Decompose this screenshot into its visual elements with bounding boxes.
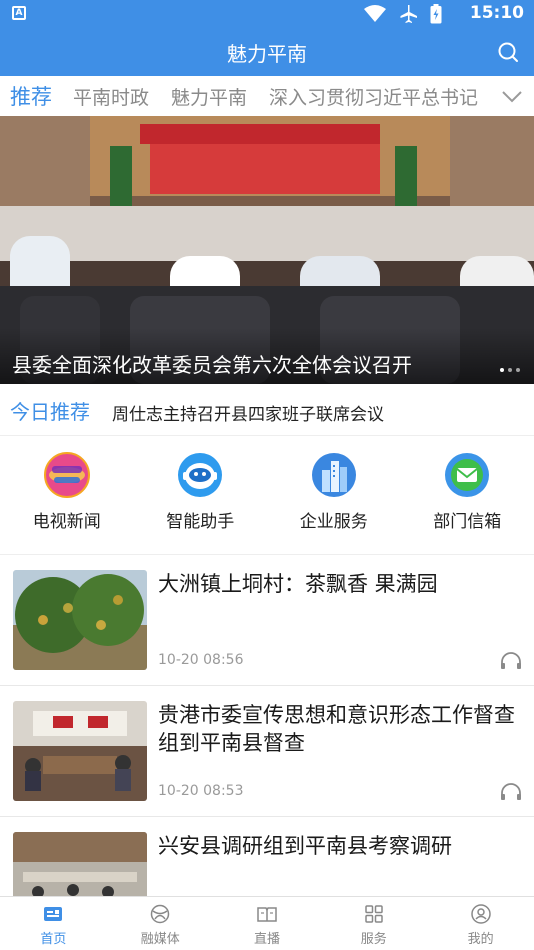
building-icon	[311, 453, 356, 497]
headphones-icon[interactable]	[500, 782, 522, 800]
service-label: 电视新闻	[32, 512, 101, 532]
carousel-dots	[500, 368, 520, 372]
carousel-dot	[516, 368, 520, 372]
nav-label: 直播	[253, 932, 280, 947]
tv-news-icon	[43, 452, 90, 498]
banner-carousel[interactable]: 县委全面深化改革委员会第六次全体会议召开	[0, 116, 534, 384]
carousel-dot	[500, 368, 504, 372]
nav-media[interactable]: 融媒体	[107, 897, 214, 950]
nav-label: 首页	[40, 932, 67, 947]
category-tabs: 推荐 平南时政 魅力平南 深入习贯彻习近平总书记	[0, 76, 534, 116]
live-icon	[257, 907, 277, 922]
news-headline: 兴安县调研组到平南县考察调研	[158, 834, 452, 858]
service-enterprise[interactable]: 企业服务	[267, 436, 401, 554]
robot-assistant-icon	[178, 453, 223, 497]
airplane-icon	[400, 5, 417, 23]
app-bar: 魅力平南	[0, 28, 534, 76]
grid-icon	[365, 905, 383, 923]
nav-label: 我的	[467, 932, 494, 947]
home-icon	[44, 907, 63, 921]
clock: 15:10	[469, 3, 524, 23]
banner-caption[interactable]: 县委全面深化改革委员会第六次全体会议召开	[12, 349, 412, 378]
tab-recommend[interactable]: 推荐	[10, 81, 52, 111]
service-dept-mailbox[interactable]: 部门信箱	[401, 436, 534, 554]
service-tv-news[interactable]: 电视新闻	[0, 436, 134, 554]
nav-live[interactable]: 直播	[214, 897, 321, 950]
today-recommend-text[interactable]: 周仕志主持召开县四家班子联席会议	[112, 400, 384, 425]
profile-icon	[470, 904, 491, 924]
news-headline: 贵港市委宣传思想和意识形态工作督查组到平南县督查	[158, 703, 515, 755]
service-label: 智能助手	[166, 512, 235, 532]
nav-service[interactable]: 服务	[320, 897, 427, 950]
status-bar: A 15:10	[0, 0, 534, 28]
nav-home[interactable]: 首页	[0, 897, 107, 950]
service-assistant[interactable]: 智能助手	[134, 436, 268, 554]
media-icon	[150, 904, 170, 924]
headphones-icon[interactable]	[500, 651, 522, 669]
news-thumbnail	[13, 701, 147, 801]
today-recommend-bar[interactable]: 今日推荐 周仕志主持召开县四家班子联席会议	[0, 384, 534, 436]
a-notification-icon: A	[12, 6, 26, 20]
nav-label: 服务	[360, 932, 387, 947]
wifi-icon	[364, 5, 386, 22]
nav-label: 融媒体	[140, 932, 180, 947]
news-headline: 大洲镇上垌村：茶飘香 果满园	[158, 572, 438, 596]
mail-icon	[445, 453, 490, 497]
bottom-nav: 首页 融媒体 直播 服务 我的	[0, 896, 534, 950]
service-shortcuts: 电视新闻 智能助手 企业服务 部门信箱	[0, 436, 534, 554]
service-label: 部门信箱	[433, 512, 502, 532]
today-recommend-label: 今日推荐	[10, 400, 90, 424]
tab-pingnan-politics[interactable]: 平南时政	[73, 83, 149, 110]
nav-profile[interactable]: 我的	[427, 897, 534, 950]
carousel-dot	[508, 368, 512, 372]
battery-icon	[430, 4, 442, 24]
news-item[interactable]: 贵港市委宣传思想和意识形态工作督查组到平南县督查 10-20 08:53	[0, 687, 534, 817]
news-date: 10-20 08:56	[158, 652, 244, 668]
tab-study-xi[interactable]: 深入习贯彻习近平总书记	[269, 83, 478, 110]
app-title: 魅力平南	[227, 42, 307, 66]
chevron-down-icon[interactable]	[500, 84, 524, 108]
tab-charm-pingnan[interactable]: 魅力平南	[171, 83, 247, 110]
news-item[interactable]: 大洲镇上垌村：茶飘香 果满园 10-20 08:56	[0, 556, 534, 686]
news-thumbnail	[13, 570, 147, 670]
news-date: 10-20 08:53	[158, 783, 244, 799]
service-label: 企业服务	[299, 512, 368, 532]
search-icon[interactable]	[496, 40, 520, 64]
